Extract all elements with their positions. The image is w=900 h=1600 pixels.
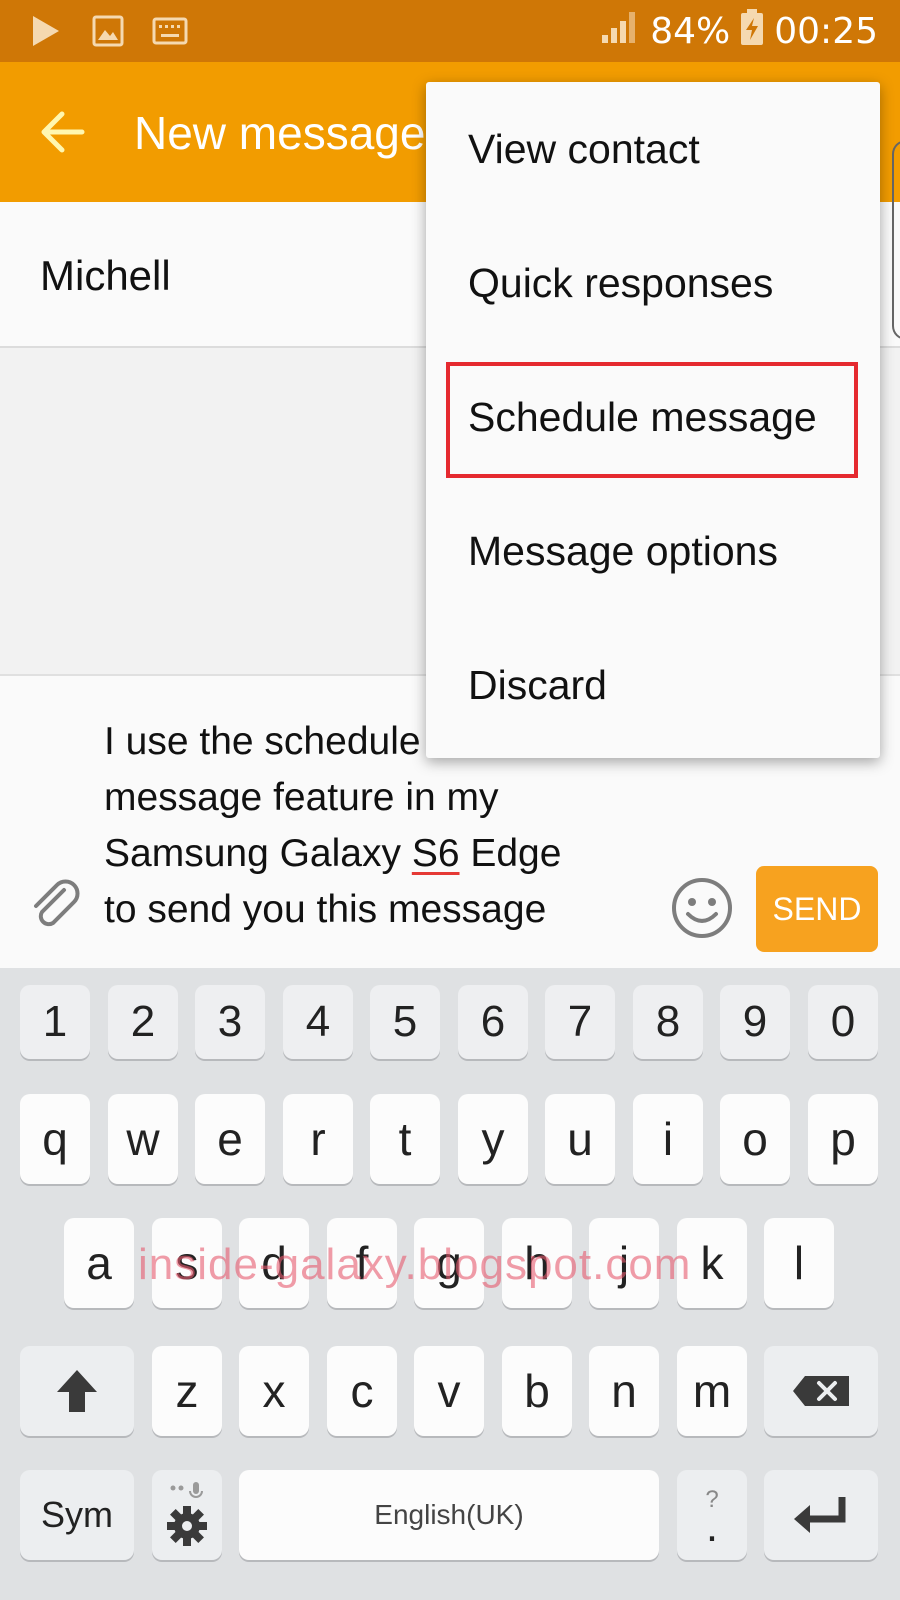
message-text-segment: Edge <box>459 832 562 875</box>
keyboard-icon <box>152 14 188 48</box>
key-7[interactable]: 7 <box>545 985 615 1059</box>
shift-key[interactable] <box>20 1346 134 1436</box>
message-line: Samsung Galaxy S6 Edge <box>104 826 644 882</box>
space-key[interactable]: English(UK) <box>239 1470 659 1560</box>
edge-panel-handle[interactable] <box>892 140 900 340</box>
key-r[interactable]: r <box>283 1094 353 1184</box>
message-text-segment: Samsung Galaxy <box>104 832 412 875</box>
signal-icon <box>600 9 640 54</box>
paperclip-icon[interactable] <box>26 876 86 936</box>
clock: 00:25 <box>774 11 878 52</box>
key-2[interactable]: 2 <box>108 985 178 1059</box>
shift-icon <box>57 1370 97 1412</box>
key-f[interactable]: f <box>327 1218 397 1308</box>
key-3[interactable]: 3 <box>195 985 265 1059</box>
key-n[interactable]: n <box>589 1346 659 1436</box>
overflow-menu: View contact Quick responses Schedule me… <box>426 82 880 758</box>
key-q[interactable]: q <box>20 1094 90 1184</box>
key-a[interactable]: a <box>64 1218 134 1308</box>
period-key[interactable]: ? . <box>677 1470 747 1560</box>
key-1[interactable]: 1 <box>20 985 90 1059</box>
recipient-name: Michell <box>40 252 171 299</box>
key-i[interactable]: i <box>633 1094 703 1184</box>
menu-item-message-options[interactable]: Message options <box>426 484 880 618</box>
key-u[interactable]: u <box>545 1094 615 1184</box>
back-arrow-icon[interactable] <box>36 102 86 162</box>
key-z[interactable]: z <box>152 1346 222 1436</box>
misspelled-word[interactable]: S6 <box>412 832 460 875</box>
key-x[interactable]: x <box>239 1346 309 1436</box>
message-line: to send you this message <box>104 888 547 931</box>
message-line: message feature in my <box>104 776 499 819</box>
key-k[interactable]: k <box>677 1218 747 1308</box>
menu-item-schedule-message[interactable]: Schedule message <box>426 350 880 484</box>
key-g[interactable]: g <box>414 1218 484 1308</box>
key-w[interactable]: w <box>108 1094 178 1184</box>
backspace-key[interactable] <box>764 1346 878 1436</box>
key-9[interactable]: 9 <box>720 985 790 1059</box>
menu-item-discard[interactable]: Discard <box>426 618 880 752</box>
key-5[interactable]: 5 <box>370 985 440 1059</box>
key-b[interactable]: b <box>502 1346 572 1436</box>
enter-key[interactable] <box>764 1470 878 1560</box>
key-j[interactable]: j <box>589 1218 659 1308</box>
backspace-icon <box>793 1376 849 1406</box>
key-6[interactable]: 6 <box>458 985 528 1059</box>
page-title: New message <box>134 107 426 159</box>
enter-icon <box>794 1497 846 1533</box>
settings-key[interactable] <box>152 1470 222 1560</box>
sym-key[interactable]: Sym <box>20 1470 134 1560</box>
period-key-label: . <box>705 1502 719 1551</box>
key-e[interactable]: e <box>195 1094 265 1184</box>
key-l[interactable]: l <box>764 1218 834 1308</box>
keyboard: 1 2 3 4 5 6 7 8 9 0 q w e r t y u i o p … <box>0 968 900 1600</box>
send-button[interactable]: SEND <box>756 866 878 952</box>
battery-charging-icon <box>740 8 764 55</box>
gear-icon <box>167 1482 207 1546</box>
smiley-icon[interactable] <box>670 876 734 940</box>
image-icon <box>90 14 126 48</box>
key-8[interactable]: 8 <box>633 985 703 1059</box>
key-t[interactable]: t <box>370 1094 440 1184</box>
key-d[interactable]: d <box>239 1218 309 1308</box>
key-y[interactable]: y <box>458 1094 528 1184</box>
menu-item-quick-responses[interactable]: Quick responses <box>426 216 880 350</box>
key-o[interactable]: o <box>720 1094 790 1184</box>
status-bar: 84% 00:25 <box>0 0 900 62</box>
key-m[interactable]: m <box>677 1346 747 1436</box>
play-icon <box>28 14 64 48</box>
key-0[interactable]: 0 <box>808 985 878 1059</box>
key-c[interactable]: c <box>327 1346 397 1436</box>
key-4[interactable]: 4 <box>283 985 353 1059</box>
battery-percent: 84% <box>650 11 731 52</box>
key-p[interactable]: p <box>808 1094 878 1184</box>
key-h[interactable]: h <box>502 1218 572 1308</box>
key-v[interactable]: v <box>414 1346 484 1436</box>
menu-item-view-contact[interactable]: View contact <box>426 82 880 216</box>
key-s[interactable]: s <box>152 1218 222 1308</box>
